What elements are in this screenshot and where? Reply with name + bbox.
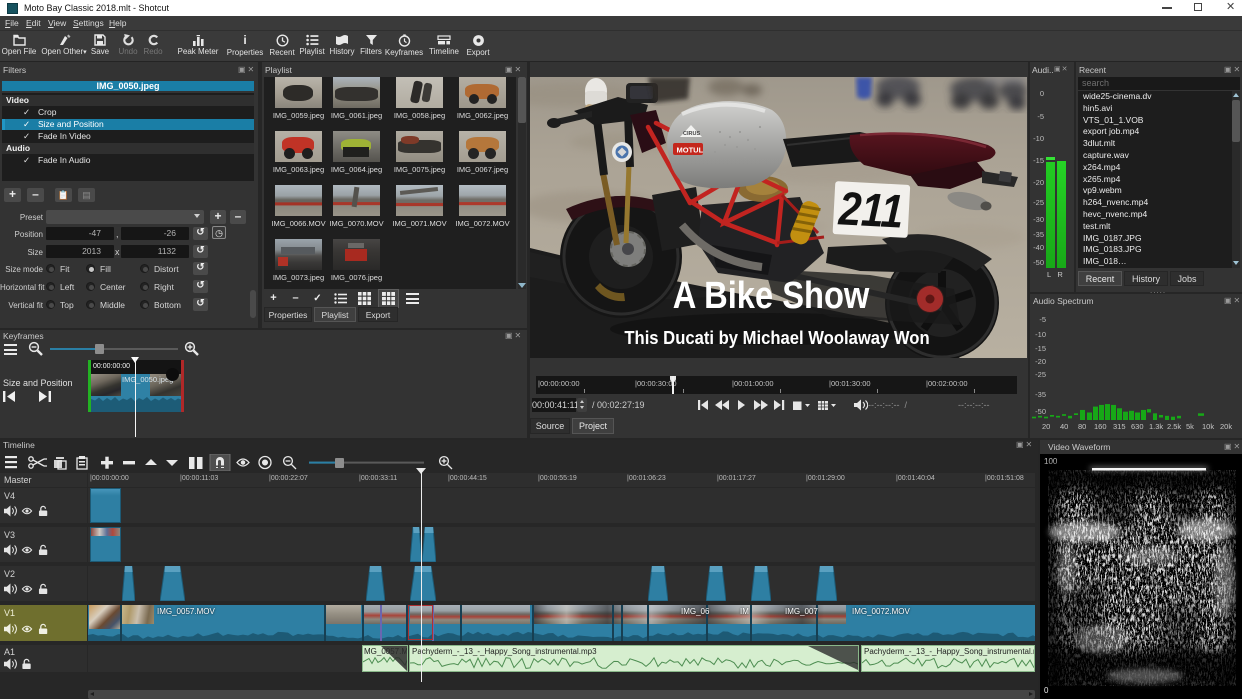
- svg-text:211: 211: [837, 182, 905, 238]
- svg-text:CIRUS: CIRUS: [683, 131, 700, 137]
- svg-text:This Ducati by Michael Woolawa: This Ducati by Michael Woolaway Won: [624, 327, 929, 348]
- svg-text:MOTUL: MOTUL: [677, 146, 704, 155]
- svg-text:A Bike Show: A Bike Show: [673, 274, 870, 317]
